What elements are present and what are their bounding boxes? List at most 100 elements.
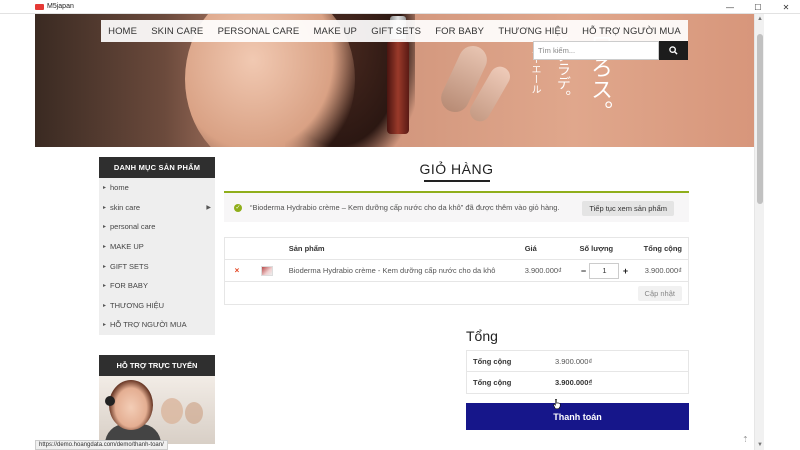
line-total: 3.900.000₫ bbox=[644, 266, 682, 275]
cart-main: GIỎ HÀNG ✓ “Bioderma Hydrabio crème – Ke… bbox=[224, 157, 689, 430]
category-label: THƯƠNG HIỆU bbox=[110, 300, 165, 310]
grand-total-value: 3.900.000₫ bbox=[555, 378, 593, 387]
nav-buyer-support[interactable]: HỖ TRỢ NGƯỜI MUA bbox=[582, 26, 681, 37]
price-column-header: Giá bbox=[524, 244, 537, 253]
category-item-brands[interactable]: ▸ THƯƠNG HIỆU bbox=[99, 296, 215, 316]
category-list: ▸ home ▸ skin care ▶ ▸ personal care ▸ MAKE U… bbox=[99, 178, 215, 335]
browser-window: M5japan — ☐ ✕ 口ろス。 とグラデ。 ルーエール HOME SKIN… bbox=[0, 0, 800, 450]
cart-table: Sản phẩm Giá Số lượng Tổng cộng × Bioder… bbox=[224, 237, 689, 305]
banner-product-bottle bbox=[387, 39, 409, 134]
category-label: skin care bbox=[110, 202, 141, 212]
headset-icon bbox=[105, 395, 115, 406]
hand-cursor-icon bbox=[553, 399, 561, 409]
category-item-personal-care[interactable]: ▸ personal care bbox=[99, 217, 215, 237]
window-title: M5japan bbox=[47, 3, 74, 10]
bullet-icon: ▸ bbox=[103, 322, 107, 329]
close-button[interactable]: ✕ bbox=[772, 0, 800, 14]
category-item-make-up[interactable]: ▸ MAKE UP bbox=[99, 237, 215, 257]
page-title-text: GIỎ HÀNG bbox=[419, 161, 494, 177]
category-label: home bbox=[110, 183, 129, 193]
category-item-gift-sets[interactable]: ▸ GIFT SETS bbox=[99, 256, 215, 276]
quantity-stepper: − + bbox=[579, 262, 638, 279]
bullet-icon: ▸ bbox=[103, 204, 107, 211]
nav-for-baby[interactable]: FOR BABY bbox=[435, 26, 484, 37]
cart-header-row: Sản phẩm Giá Số lượng Tổng cộng bbox=[225, 238, 688, 260]
hero-banner: 口ろス。 とグラデ。 ルーエール HOME SKIN CARE PERSONAL… bbox=[35, 14, 754, 147]
status-bar-url: https://demo.hoangdata.com/demo/thanh-to… bbox=[35, 440, 168, 450]
search-bar bbox=[533, 41, 688, 60]
quantity-decrease-button[interactable]: − bbox=[579, 266, 587, 276]
bullet-icon: ▸ bbox=[103, 283, 107, 290]
title-underline bbox=[423, 180, 490, 182]
subtotal-label: Tổng cộng bbox=[473, 356, 512, 366]
bullet-icon: ▸ bbox=[103, 263, 107, 270]
product-image bbox=[260, 265, 273, 276]
search-icon bbox=[669, 46, 678, 55]
bullet-icon: ▸ bbox=[103, 302, 107, 309]
category-label: personal care bbox=[110, 222, 156, 232]
nav-gift-sets[interactable]: GIFT SETS bbox=[371, 26, 421, 37]
chevron-right-icon[interactable]: ▶ bbox=[206, 204, 211, 211]
scrollbar-thumb[interactable] bbox=[757, 34, 763, 204]
agent-background-shape bbox=[185, 401, 203, 424]
remove-item-button[interactable]: × bbox=[225, 266, 249, 275]
subtotal-row: Tổng cộng 3.900.000₫ bbox=[467, 351, 688, 372]
category-item-skin-care[interactable]: ▸ skin care ▶ bbox=[99, 198, 215, 218]
product-column-header: Sản phẩm bbox=[288, 244, 325, 253]
support-agent-image bbox=[99, 375, 215, 444]
category-label: GIFT SETS bbox=[110, 261, 149, 271]
grand-total-label: Tổng cộng bbox=[473, 378, 512, 387]
quantity-column-header: Số lượng bbox=[579, 244, 614, 253]
category-item-buyer-support[interactable]: ▸ HỖ TRỢ NGƯỜI MUA bbox=[99, 315, 215, 335]
category-label: HỖ TRỢ NGƯỜI MUA bbox=[110, 320, 187, 330]
nav-skin-care[interactable]: SKIN CARE bbox=[151, 26, 203, 37]
quantity-increase-button[interactable]: + bbox=[621, 266, 629, 276]
category-sidebar: DANH MỤC SẢN PHẨM ▸ home ▸ skin care ▶ ▸ per… bbox=[99, 157, 215, 444]
agent-background-shape bbox=[161, 397, 183, 424]
nav-make-up[interactable]: MAKE UP bbox=[314, 26, 357, 37]
product-name-link[interactable]: Bioderma Hydrabio crème - Kem dưỡng cấp … bbox=[285, 266, 525, 275]
category-label: FOR BABY bbox=[110, 281, 148, 291]
product-thumbnail[interactable] bbox=[249, 265, 285, 276]
nav-brands[interactable]: THƯƠNG HIỆU bbox=[498, 26, 568, 37]
nav-personal-care[interactable]: PERSONAL CARE bbox=[218, 26, 300, 37]
notice-message: “Bioderma Hydrabio crème – Kem dưỡng cấp… bbox=[250, 203, 560, 212]
scroll-down-icon[interactable]: ▼ bbox=[757, 442, 763, 448]
window-right-margin bbox=[764, 14, 800, 450]
update-cart-button[interactable]: Cập nhật bbox=[637, 285, 682, 301]
category-item-home[interactable]: ▸ home bbox=[99, 178, 215, 198]
cart-item-row: × Bioderma Hydrabio crème - Kem dưỡng cấ… bbox=[225, 260, 688, 282]
window-controls: — ☐ ✕ bbox=[716, 0, 800, 14]
search-input[interactable] bbox=[533, 41, 659, 60]
app-logo-icon bbox=[35, 3, 44, 10]
main-nav: HOME SKIN CARE PERSONAL CARE MAKE UP GIF… bbox=[101, 20, 688, 42]
cart-actions-row: Cập nhật bbox=[225, 282, 688, 304]
page-title: GIỎ HÀNG bbox=[224, 157, 689, 182]
back-to-top-icon[interactable]: ⇡ bbox=[742, 435, 749, 444]
totals-title: Tổng bbox=[466, 328, 498, 344]
quantity-input[interactable] bbox=[589, 262, 620, 279]
added-to-cart-notice: ✓ “Bioderma Hydrabio crème – Kem dưỡng c… bbox=[224, 191, 689, 222]
check-icon: ✓ bbox=[234, 203, 242, 212]
category-label: MAKE UP bbox=[110, 242, 144, 252]
continue-shopping-button[interactable]: Tiếp tục xem sản phẩm bbox=[582, 201, 674, 216]
page-scrollbar[interactable]: ▲ ▼ bbox=[754, 14, 764, 450]
maximize-button[interactable]: ☐ bbox=[744, 0, 772, 14]
support-heading: HỖ TRỢ TRỰC TUYẾN bbox=[99, 354, 215, 376]
category-item-for-baby[interactable]: ▸ FOR BABY bbox=[99, 276, 215, 296]
category-heading: DANH MỤC SẢN PHẨM bbox=[99, 157, 215, 178]
grand-total-row: Tổng cộng 3.900.000₫ bbox=[467, 372, 688, 393]
search-button[interactable] bbox=[659, 41, 688, 60]
bullet-icon: ▸ bbox=[103, 224, 107, 231]
cart-totals: Tổng Tổng cộng 3.900.000₫ Tổng cộng 3.90… bbox=[466, 328, 689, 394]
totals-table: Tổng cộng 3.900.000₫ Tổng cộng 3.900.000… bbox=[466, 350, 689, 394]
bullet-icon: ▸ bbox=[103, 185, 107, 192]
nav-home[interactable]: HOME bbox=[108, 26, 137, 37]
scroll-up-icon[interactable]: ▲ bbox=[757, 16, 763, 22]
page-viewport: 口ろス。 とグラデ。 ルーエール HOME SKIN CARE PERSONAL… bbox=[35, 14, 754, 450]
product-price: 3.900.000₫ bbox=[524, 266, 562, 275]
subtotal-value: 3.900.000₫ bbox=[555, 356, 593, 366]
bullet-icon: ▸ bbox=[103, 244, 107, 251]
minimize-button[interactable]: — bbox=[716, 0, 744, 14]
checkout-button[interactable]: Thanh toán bbox=[466, 403, 689, 430]
